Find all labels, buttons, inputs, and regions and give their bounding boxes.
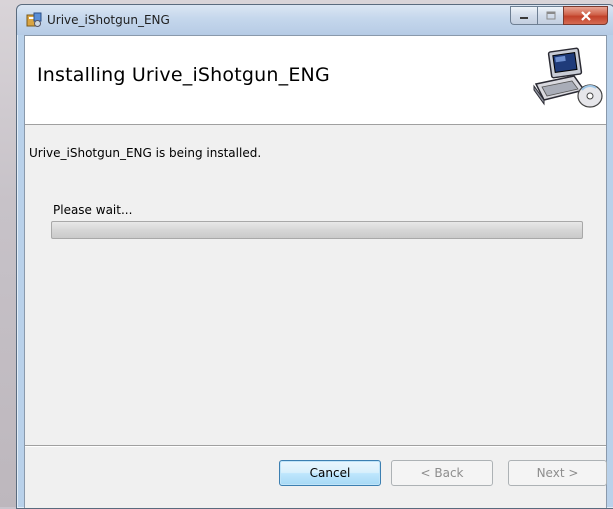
title-bar[interactable]: Urive_iShotgun_ENG [17,5,613,35]
minimize-icon [520,16,528,19]
computer-disc-icon [530,46,604,112]
progress-bar [51,221,583,239]
window-title: Urive_iShotgun_ENG [47,13,170,27]
window-controls [510,6,608,26]
back-button[interactable]: < Back [391,460,493,486]
maximize-button[interactable] [537,6,563,25]
please-wait-label: Please wait... [53,203,133,217]
footer-divider [25,445,606,447]
installer-icon [26,12,42,28]
banner-title: Installing Urive_iShotgun_ENG [37,64,330,86]
maximize-icon [546,11,555,20]
installer-window: Urive_iShotgun_ENG Installing Urive_iSho… [16,4,613,509]
minimize-button[interactable] [510,6,537,25]
next-button[interactable]: Next > [508,460,607,486]
banner: Installing Urive_iShotgun_ENG [25,36,606,125]
install-status: Urive_iShotgun_ENG is being installed. [29,146,262,160]
close-button[interactable] [563,6,608,25]
close-icon [580,10,591,21]
dialog-content: Installing Urive_iShotgun_ENG Urive_iSho… [24,35,607,508]
cancel-button[interactable]: Cancel [279,460,381,486]
